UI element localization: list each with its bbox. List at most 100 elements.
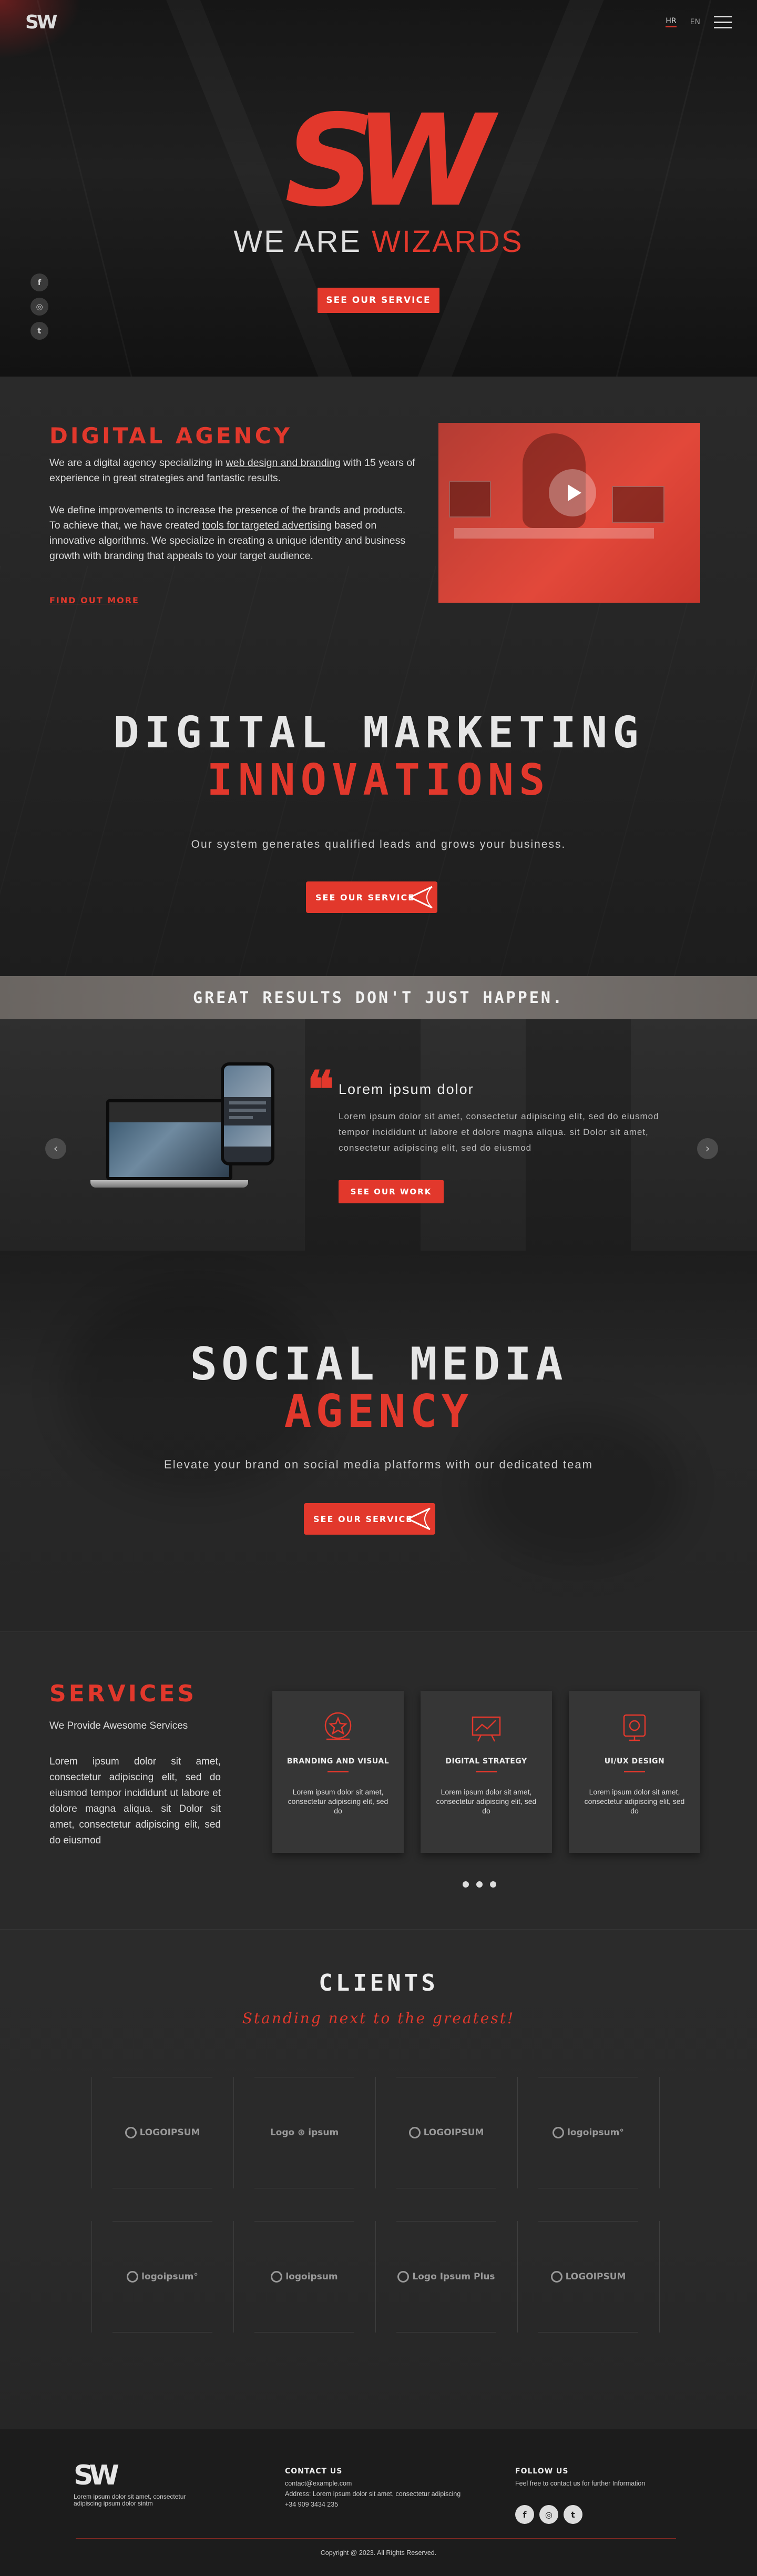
service-card-uiux[interactable]: UI/UX DESIGN Lorem ipsum dolor sit amet,… [569, 1691, 700, 1853]
client-logo[interactable]: Logo ⊛ ipsum [233, 2077, 375, 2188]
client-logo[interactable]: LOGOIPSUM [375, 2077, 517, 2188]
play-icon[interactable] [549, 469, 596, 516]
hero-tagline: WE ARE WIZARDS [0, 224, 757, 259]
arrow-swoosh-icon [408, 886, 433, 909]
tagline-accent: WIZARDS [372, 225, 524, 259]
targeted-advertising-link[interactable]: tools for targeted advertising [202, 520, 332, 531]
facebook-icon[interactable]: f [515, 2505, 534, 2524]
clients-subtitle: Standing next to the greatest! [242, 2010, 515, 2027]
client-logo[interactable]: logoipsum° [91, 2221, 233, 2332]
client-logo[interactable]: logoipsum° [517, 2077, 659, 2188]
client-logo[interactable]: LOGOIPSUM [517, 2221, 659, 2332]
follow-heading: FOLLOW US [515, 2467, 569, 2476]
footer-logo[interactable]: SW [74, 2460, 119, 2491]
twitter-icon[interactable]: t [30, 322, 48, 340]
client-logo[interactable]: logoipsum [233, 2221, 375, 2332]
carousel-prev-icon[interactable]: ‹ [45, 1138, 66, 1159]
twitter-icon[interactable]: t [564, 2505, 582, 2524]
laptop-base [90, 1180, 248, 1188]
hero-see-our-service-button[interactable]: SEE OUR SERVICE [318, 288, 439, 313]
services-subtitle: We Provide Awesome Services [49, 1720, 188, 1731]
agency-section: DIGITAL AGENCY We are a digital agency s… [0, 377, 757, 976]
find-out-more-link[interactable]: FIND OUT MORE [49, 595, 139, 605]
agency-video[interactable] [438, 423, 700, 603]
client-logo-text: logoipsum [285, 2271, 338, 2282]
client-logo[interactable]: Logo Ipsum Plus [375, 2221, 517, 2332]
facebook-icon[interactable]: f [30, 273, 48, 291]
header-logo[interactable]: SW [25, 12, 58, 33]
client-logo-text: Logo Ipsum Plus [412, 2271, 495, 2282]
client-logo-text: LOGOIPSUM [565, 2271, 626, 2282]
follow-text: Feel free to contact us for further Info… [515, 2480, 646, 2487]
carousel-next-icon[interactable]: › [697, 1138, 718, 1159]
work-carousel: ❝ Lorem ipsum dolor Lorem ipsum dolor si… [0, 1019, 757, 1251]
contact-phone-link[interactable]: +34 909 3434 235 [285, 2501, 338, 2508]
button-label: SEE OUR SERVICE [315, 892, 415, 902]
agency-title: DIGITAL AGENCY [49, 423, 292, 449]
agency-paragraph-2: We define improvements to increase the p… [49, 503, 417, 564]
services-text: Lorem ipsum dolor sit amet, consectetur … [49, 1756, 221, 1846]
language-en-link[interactable]: EN [690, 18, 700, 26]
clients-title: CLIENTS [319, 1970, 438, 1996]
service-card-title: BRANDING AND VISUAL [287, 1757, 390, 1766]
pagination-dot[interactable] [490, 1881, 496, 1888]
services-title: SERVICES [49, 1680, 197, 1707]
client-logo-text: Logo ⊛ ipsum [270, 2127, 339, 2138]
strategy-board-icon [472, 1716, 501, 1742]
service-card-title: UI/UX DESIGN [604, 1757, 665, 1766]
social-subtitle: Elevate your brand on social media platf… [164, 1458, 593, 1471]
contact-heading: CONTACT US [285, 2467, 343, 2476]
logo-mark-icon [550, 2271, 562, 2283]
hero-social-links: f ◎ t [30, 273, 48, 340]
logo-mark-icon [553, 2127, 565, 2138]
footer-divider [76, 2538, 676, 2539]
pagination-dot[interactable] [463, 1881, 469, 1888]
pagination-dot[interactable] [476, 1881, 483, 1888]
video-scene-desk [454, 528, 654, 539]
quote-icon: ❝ [307, 1060, 334, 1119]
site-footer: SW Lorem ipsum dolor sit amet, consectet… [0, 2429, 757, 2576]
see-our-work-button[interactable]: SEE OUR WORK [339, 1180, 444, 1203]
social-media-section: SOCIAL MEDIA AGENCY Elevate your brand o… [0, 1251, 757, 1631]
footer-social-links: f ◎ t [515, 2505, 582, 2524]
card-divider [624, 1771, 645, 1772]
marketing-subtitle: Our system generates qualified leads and… [191, 838, 566, 850]
logo-mark-icon [125, 2127, 137, 2138]
service-card-branding[interactable]: BRANDING AND VISUAL Lorem ipsum dolor si… [272, 1691, 404, 1853]
contact-address: Address: Lorem ipsum dolor sit amet, con… [285, 2490, 461, 2498]
contact-email-link[interactable]: contact@example.com [285, 2480, 352, 2487]
star-badge-icon [324, 1712, 352, 1740]
phone-mockup [221, 1062, 274, 1165]
card-divider [328, 1771, 349, 1772]
clients-section: CLIENTS Standing next to the greatest! L… [0, 1929, 757, 2429]
button-label: SEE OUR SERVICE [313, 1514, 413, 1524]
hero-logo-text: SW [284, 87, 494, 235]
card-divider [476, 1771, 497, 1772]
marketing-see-our-service-button[interactable]: SEE OUR SERVICE [306, 881, 437, 913]
client-logo-text: LOGOIPSUM [423, 2127, 484, 2138]
client-logo-text: logoipsum° [141, 2271, 198, 2282]
hamburger-menu-icon[interactable] [714, 16, 732, 28]
service-card-text: Lorem ipsum dolor sit amet, consectetur … [584, 1788, 685, 1815]
language-hr-link[interactable]: HR [666, 17, 677, 27]
web-design-link[interactable]: web design and branding [226, 457, 341, 469]
logo-mark-icon [271, 2271, 283, 2283]
instagram-icon[interactable]: ◎ [539, 2505, 558, 2524]
client-logo[interactable]: LOGOIPSUM [91, 2077, 233, 2188]
video-scene-monitor [449, 481, 491, 518]
instagram-icon[interactable]: ◎ [30, 298, 48, 316]
social-title-line-1: SOCIAL MEDIA [190, 1338, 567, 1391]
design-tools-icon [623, 1714, 646, 1741]
service-card-digital-strategy[interactable]: DIGITAL STRATEGY Lorem ipsum dolor sit a… [421, 1691, 552, 1853]
carousel-text: Lorem ipsum dolor sit amet, consectetur … [339, 1111, 659, 1153]
service-card-title: DIGITAL STRATEGY [445, 1757, 527, 1766]
hero-section: SW HR EN SW WE ARE WIZARDS SEE OUR SERVI… [0, 0, 757, 377]
logo-mark-icon [408, 2127, 421, 2138]
banner-text: GREAT RESULTS DON'T JUST HAPPEN. [193, 988, 564, 1007]
hero-logo: SW [0, 98, 757, 224]
social-see-our-service-button[interactable]: SEE OUR SERVICE [304, 1503, 435, 1535]
marketing-title-line-2: INNOVATIONS [207, 755, 550, 805]
header-actions: HR EN [666, 16, 732, 28]
service-card-text: Lorem ipsum dolor sit amet, consectetur … [288, 1788, 388, 1815]
client-logo-text: logoipsum° [567, 2127, 624, 2138]
